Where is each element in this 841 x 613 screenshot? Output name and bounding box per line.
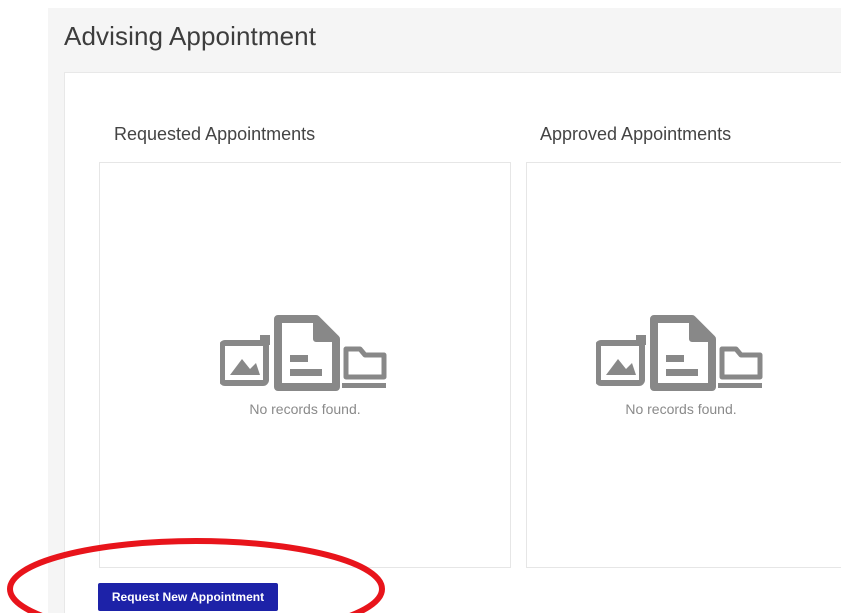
approved-empty-text: No records found. — [625, 401, 737, 417]
content-card: Requested Appointments No records found.… — [64, 72, 841, 613]
approved-appointments-list: No records found. — [526, 162, 841, 568]
requested-appointments-list: No records found. — [99, 162, 511, 568]
image-document-folder-icon — [220, 315, 387, 391]
image-document-folder-icon — [596, 315, 763, 391]
requested-appointments-title: Requested Appointments — [114, 124, 316, 144]
content-panel: Requested Appointments No records found.… — [48, 72, 841, 613]
requested-empty-text: No records found. — [249, 401, 361, 417]
approved-appointments-title: Approved Appointments — [540, 124, 732, 144]
page-title: Advising Appointment — [64, 21, 317, 51]
approved-empty-state: No records found. — [561, 313, 801, 417]
page: Advising Appointment Requested Appointme… — [0, 0, 841, 613]
page-header: Advising Appointment — [48, 8, 841, 72]
request-new-appointment-button[interactable]: Request New Appointment — [98, 583, 278, 611]
requested-empty-state: No records found. — [100, 313, 510, 417]
